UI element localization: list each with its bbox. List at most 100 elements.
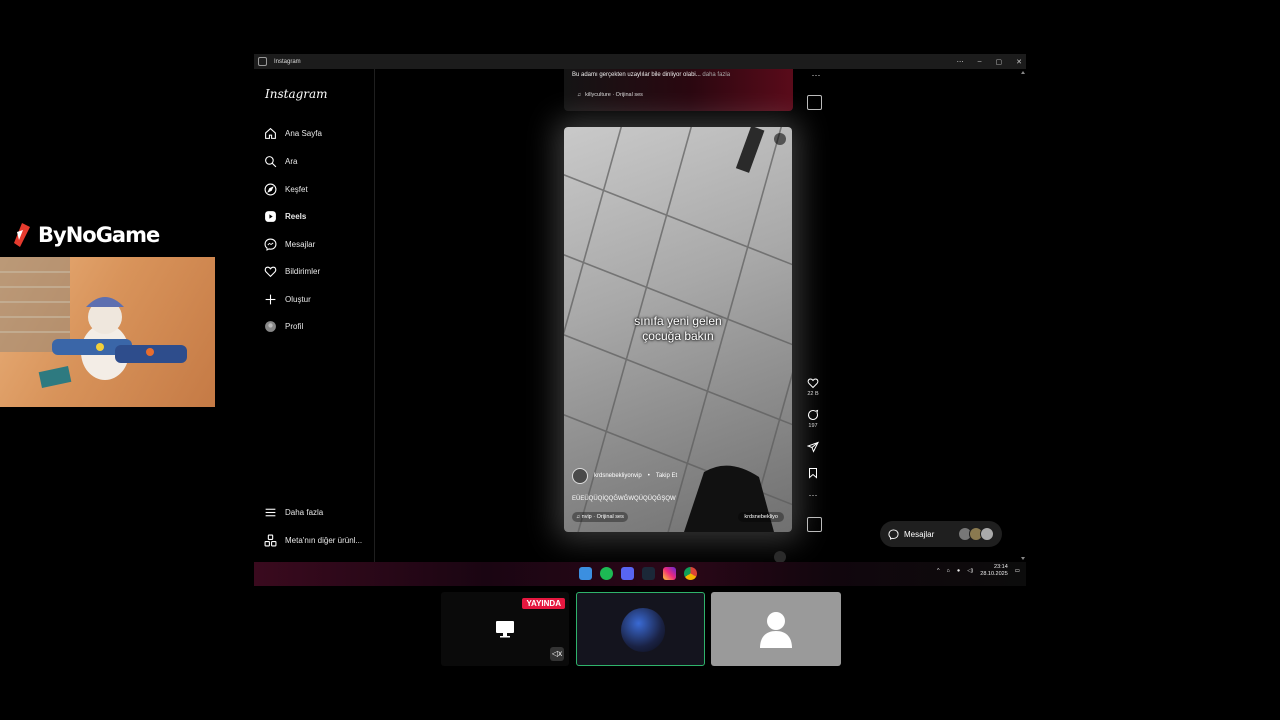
sidebar-item-create[interactable]: Oluştur <box>264 293 311 306</box>
sidebar-item-search[interactable]: Ara <box>264 155 297 168</box>
menu-icon <box>265 508 276 517</box>
maximize-button[interactable]: ▢ <box>996 58 1003 66</box>
sidebar-item-profile[interactable]: Profil <box>264 320 303 333</box>
chevron-up-icon[interactable]: ^ <box>937 568 940 574</box>
music-note-icon: ♫ <box>577 92 582 98</box>
steam-icon[interactable] <box>642 567 655 580</box>
window-title: Instagram <box>274 58 301 65</box>
microphone-icon[interactable]: ● <box>957 568 960 574</box>
sidebar-item-label: Ara <box>285 157 298 166</box>
spotify-icon[interactable] <box>600 567 613 580</box>
reel-video[interactable]: sınıfa yeni gelen çocuğa bakın krdsnebek… <box>564 127 792 532</box>
previous-reel[interactable]: Bu adamı gerçekten uzaylılar bile dinliy… <box>564 69 793 111</box>
brand-text: ByNoGame <box>38 223 160 247</box>
sidebar: Instagram Ana Sayfa Ara Keşfet Reels Mes… <box>254 69 375 562</box>
sidebar-item-notifications[interactable]: Bildirimler <box>264 265 320 278</box>
sidebar-more-button[interactable]: Daha fazla <box>264 506 323 519</box>
author-username[interactable]: krdsnebekliyonvip <box>594 473 642 479</box>
clock-time: 23:14 <box>994 564 1008 570</box>
messages-avatars <box>958 527 994 541</box>
save-button[interactable] <box>804 467 822 481</box>
sidebar-item-label: Meta'nın diğer ürünl... <box>285 536 363 545</box>
home-icon <box>265 127 276 139</box>
bookmark-icon <box>809 468 817 479</box>
sidebar-item-label: Reels <box>285 212 307 221</box>
instagram-taskbar-icon[interactable] <box>663 567 676 580</box>
instagram-app-icon <box>258 57 267 66</box>
separator-dot: • <box>647 473 650 479</box>
reel-author: krdsnebekliyonvip • Takip Et <box>572 468 677 484</box>
plus-icon <box>265 294 276 305</box>
reel-more-icon[interactable]: ⋯ <box>804 490 822 501</box>
comment-count: 197 <box>808 423 818 429</box>
scrollbar[interactable] <box>1020 69 1026 562</box>
sidebar-item-label: Daha fazla <box>285 508 324 517</box>
speaker-icon[interactable]: ◁) <box>967 568 973 574</box>
comment-icon <box>808 409 819 420</box>
author-avatar[interactable] <box>572 468 588 484</box>
follow-button[interactable]: Takip Et <box>656 473 677 479</box>
reel-audio-label: ♫ nvip · Orijinal ses <box>572 512 628 522</box>
minimize-button[interactable]: – <box>978 58 982 65</box>
sidebar-item-label: Ana Sayfa <box>285 129 322 138</box>
previous-reel-caption: Bu adamı gerçekten uzaylılar bile dinliy… <box>572 72 730 78</box>
previous-reel-caption-text: Bu adamı gerçekten uzaylılar bile dinliy… <box>572 72 701 78</box>
previous-reel-audio[interactable]: ♫ killyculture · Orijinal ses <box>577 92 643 98</box>
search-icon <box>265 156 277 168</box>
previous-reel-audio-thumb[interactable] <box>807 95 822 110</box>
reel-overlay-line-1: sınıfa yeni gelen <box>634 314 722 328</box>
reel-overlay-text: sınıfa yeni gelen çocuğa bakın <box>564 314 792 344</box>
reel-audio-thumb[interactable] <box>807 517 822 532</box>
clock-date: 28.10.2025 <box>980 571 1008 577</box>
network-icon[interactable]: ⌂ <box>947 568 950 574</box>
reel-audio-bar[interactable]: ♫ nvip · Orijinal ses krdsnebekliyo <box>572 511 784 523</box>
screen-share-tile[interactable]: YAYINDA ◁x <box>441 592 569 666</box>
system-tray: ^ ⌂ ● ◁) 23:14 28.10.2025 ▭ <box>937 564 1020 578</box>
messages-pill-label: Mesajlar <box>904 529 935 539</box>
cat-video-overlay <box>0 257 215 407</box>
sidebar-item-explore[interactable]: Keşfet <box>264 183 308 196</box>
sidebar-item-label: Mesajlar <box>285 240 316 249</box>
reel-audio-text: nvip · Orijinal ses <box>581 514 624 520</box>
heart-icon <box>807 378 819 389</box>
sidebar-item-label: Keşfet <box>285 185 308 194</box>
instagram-window: Instagram ⋯ – ▢ ✕ Instagram Ana Sayfa Ar… <box>254 54 1026 586</box>
sidebar-item-label: Profil <box>285 322 304 331</box>
user-placeholder-icon <box>760 612 792 648</box>
avatar <box>980 527 994 541</box>
discord-icon[interactable] <box>621 567 634 580</box>
sidebar-item-home[interactable]: Ana Sayfa <box>264 127 322 140</box>
compass-icon <box>264 183 277 196</box>
monitor-icon <box>496 621 514 638</box>
notification-icon[interactable]: ▭ <box>1015 568 1020 574</box>
previous-reel-more-icon[interactable]: ⋯ <box>807 70 825 81</box>
clock[interactable]: 23:14 28.10.2025 <box>980 564 1008 578</box>
empty-participant-tile[interactable] <box>711 592 841 666</box>
sidebar-item-reels[interactable]: Reels <box>264 210 306 223</box>
volume-icon[interactable] <box>774 133 786 145</box>
share-button[interactable] <box>804 441 822 455</box>
more-window-button[interactable]: ⋯ <box>957 58 964 66</box>
sidebar-item-label: Oluştur <box>285 295 311 304</box>
close-button[interactable]: ✕ <box>1016 58 1022 66</box>
sidebar-item-label: Bildirimler <box>285 267 321 276</box>
reel-description[interactable]: EÜEÜQÜQİQQĞWĞWQÜQÜQĞŞQW <box>572 496 676 502</box>
windows-start-icon[interactable] <box>579 567 592 580</box>
bynogame-logo: ByNoGame <box>12 222 160 248</box>
send-icon <box>807 441 819 453</box>
reels-icon <box>265 211 276 222</box>
sidebar-item-messages[interactable]: Mesajlar <box>264 238 315 251</box>
messages-pill[interactable]: Mesajlar <box>880 521 1002 547</box>
comment-button[interactable]: 197 <box>804 409 822 429</box>
instagram-logo[interactable]: Instagram <box>265 87 328 101</box>
music-note-icon: ♫ <box>576 514 581 520</box>
sidebar-meta-products[interactable]: Meta'nın diğer ürünl... <box>264 534 362 547</box>
more-link[interactable]: daha fazla <box>702 72 730 78</box>
like-button[interactable]: 22 B <box>804 377 822 397</box>
bynogame-mark-icon <box>12 222 34 248</box>
chrome-icon[interactable] <box>684 567 697 580</box>
webcam-tile[interactable] <box>576 592 705 666</box>
messenger-icon <box>264 238 277 251</box>
muted-speaker-icon[interactable]: ◁x <box>550 647 564 661</box>
heart-icon <box>264 266 277 278</box>
